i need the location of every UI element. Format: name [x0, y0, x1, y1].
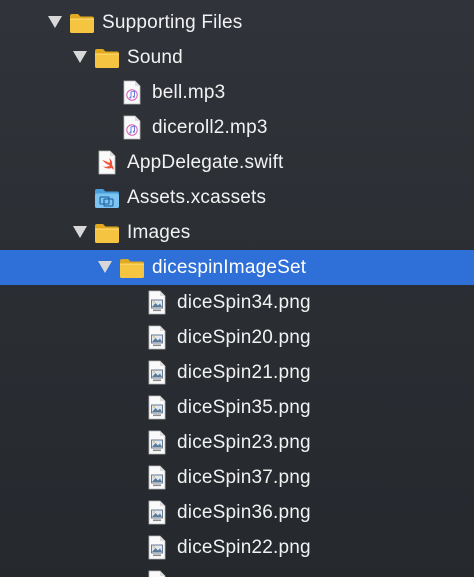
file-label: diceSpin23.png: [177, 432, 311, 453]
file-label: diceSpin36.png: [177, 502, 311, 523]
file-row[interactable]: diceSpin23.png: [0, 425, 474, 460]
folder-label: Supporting Files: [102, 12, 243, 33]
disclosure-triangle-icon[interactable]: [70, 47, 90, 67]
file-row[interactable]: diceSpin37.png: [0, 460, 474, 495]
image-file-icon: [145, 500, 169, 530]
folder-label: Assets.xcassets: [127, 187, 267, 208]
image-file-icon: [145, 430, 169, 460]
folder-row[interactable]: Assets.xcassets: [0, 180, 474, 215]
file-row[interactable]: diceSpin22.png: [0, 530, 474, 565]
image-file-icon: [145, 325, 169, 355]
folder-icon: [93, 221, 121, 250]
file-row[interactable]: diceSpin20.png: [0, 320, 474, 355]
image-file-icon: [145, 570, 169, 577]
folder-label: Sound: [127, 47, 183, 68]
asset-catalog-icon: [93, 186, 121, 215]
audio-file-icon: [120, 115, 144, 145]
file-row[interactable]: diceSpin35.png: [0, 390, 474, 425]
file-label: diceroll2.mp3: [152, 117, 268, 138]
image-file-icon: [145, 360, 169, 390]
folder-row[interactable]: Supporting Files: [0, 5, 474, 40]
disclosure-triangle-icon[interactable]: [45, 12, 65, 32]
image-file-icon: [145, 395, 169, 425]
folder-icon: [118, 256, 146, 285]
file-label: diceSpin20.png: [177, 327, 311, 348]
image-file-icon: [145, 465, 169, 495]
image-file-icon: [145, 290, 169, 320]
folder-row[interactable]: Sound: [0, 40, 474, 75]
file-row[interactable]: diceSpin21.png: [0, 355, 474, 390]
file-row[interactable]: AppDelegate.swift: [0, 145, 474, 180]
project-navigator: Supporting Files Sound bell.mp3 diceroll2.m…: [0, 0, 474, 577]
folder-row[interactable]: Images: [0, 215, 474, 250]
folder-label: Images: [127, 222, 191, 243]
file-label: diceSpin37.png: [177, 467, 311, 488]
folder-icon: [68, 11, 96, 40]
disclosure-triangle-icon[interactable]: [70, 222, 90, 242]
file-row[interactable]: diceSpin34.png: [0, 285, 474, 320]
file-row[interactable]: [0, 565, 474, 577]
file-label: diceSpin34.png: [177, 292, 311, 313]
file-row[interactable]: diceSpin36.png: [0, 495, 474, 530]
file-label: diceSpin21.png: [177, 362, 311, 383]
folder-icon: [93, 46, 121, 75]
file-label: diceSpin35.png: [177, 397, 311, 418]
file-row[interactable]: diceroll2.mp3: [0, 110, 474, 145]
disclosure-triangle-icon[interactable]: [95, 257, 115, 277]
swift-file-icon: [95, 150, 119, 180]
audio-file-icon: [120, 80, 144, 110]
image-file-icon: [145, 535, 169, 565]
folder-label: dicespinImageSet: [152, 257, 307, 278]
folder-row[interactable]: dicespinImageSet: [0, 250, 474, 285]
file-label: diceSpin22.png: [177, 537, 311, 558]
file-label: AppDelegate.swift: [127, 152, 284, 173]
file-label: bell.mp3: [152, 82, 226, 103]
file-row[interactable]: bell.mp3: [0, 75, 474, 110]
